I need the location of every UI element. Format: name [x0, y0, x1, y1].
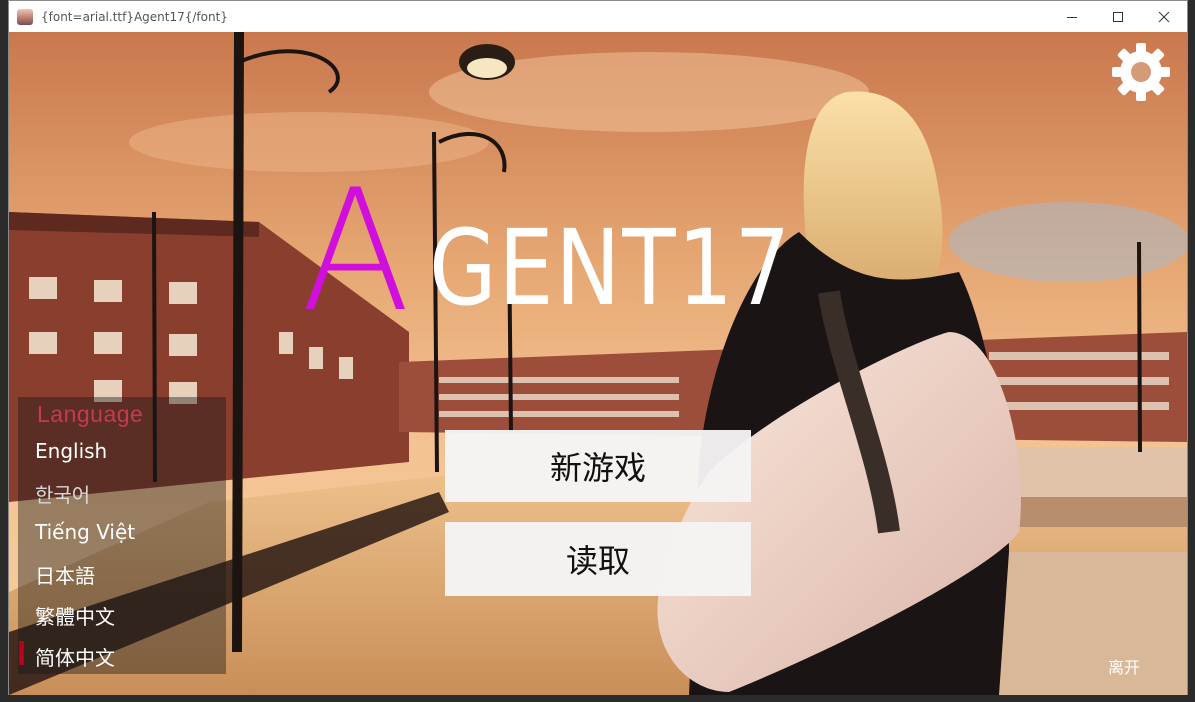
- load-label: 读取: [565, 542, 630, 580]
- maximize-button[interactable]: [1095, 1, 1141, 32]
- gear-icon[interactable]: [1111, 42, 1171, 102]
- language-panel: Language English 한국어 Tiếng Việt 日本語 繁體中文…: [18, 397, 226, 674]
- language-header: Language: [37, 401, 144, 427]
- logo-first-letter: A: [301, 153, 410, 349]
- title-bar[interactable]: {font=arial.ttf}Agent17{/font}: [9, 1, 1187, 32]
- window-controls: [1049, 1, 1187, 32]
- new-game-button[interactable]: 新游戏: [445, 430, 751, 502]
- load-button[interactable]: 读取: [445, 522, 751, 596]
- close-button[interactable]: [1141, 1, 1187, 32]
- logo-title: GENT17: [429, 207, 792, 329]
- maximize-icon: [1113, 11, 1123, 22]
- close-icon: [1158, 11, 1170, 22]
- game-viewport: A GENT17 Language English 한국어 Tiếng Việt…: [9, 32, 1187, 695]
- language-option-traditional-chinese[interactable]: 繁體中文: [35, 601, 115, 630]
- window-title: {font=arial.ttf}Agent17{/font}: [41, 9, 228, 24]
- language-option-korean[interactable]: 한국어: [35, 479, 90, 508]
- minimize-icon: [1067, 16, 1077, 18]
- language-option-simplified-chinese[interactable]: 简体中文: [35, 642, 115, 671]
- language-option-vietnamese[interactable]: Tiếng Việt: [35, 520, 135, 544]
- selected-language-marker: [19, 641, 24, 665]
- new-game-label: 新游戏: [549, 449, 646, 487]
- language-option-japanese[interactable]: 日本語: [35, 560, 95, 589]
- game-window: {font=arial.ttf}Agent17{/font} A GENT17 …: [8, 0, 1188, 695]
- language-option-english[interactable]: English: [35, 439, 107, 463]
- app-icon: [17, 8, 33, 25]
- quit-button[interactable]: 离开: [1108, 654, 1140, 678]
- minimize-button[interactable]: [1049, 1, 1095, 32]
